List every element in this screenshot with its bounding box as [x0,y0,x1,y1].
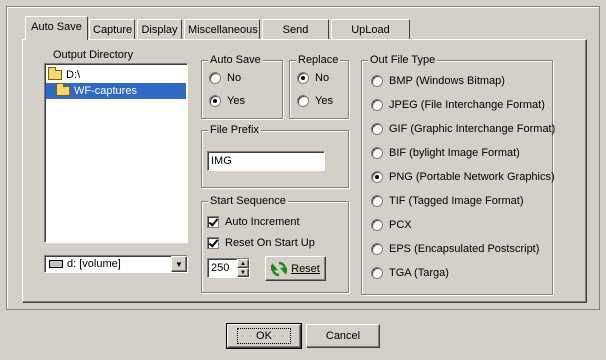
folder-open-icon [56,83,70,97]
directory-item-selected[interactable]: WF-captures [46,83,186,99]
file-type-jpeg-radio[interactable]: JPEG (File Interchange Format) [371,99,545,111]
spin-down-button[interactable]: ▼ [237,268,249,277]
start-sequence-group: Start Sequence Auto Increment Reset On S… [201,194,349,293]
auto-save-group: Auto Save No Yes [201,53,283,119]
replace-yes-label: Yes [315,95,333,107]
file-type-label: JPEG (File Interchange Format) [389,99,545,111]
ok-button[interactable]: OK [226,323,302,349]
file-type-png-radio[interactable]: PNG (Portable Network Graphics) [371,171,555,183]
checkbox-icon [207,216,219,228]
cancel-button[interactable]: Cancel [306,324,380,348]
file-prefix-group: File Prefix [201,123,349,188]
auto-save-no-label: No [227,72,242,84]
cancel-button-label: Cancel [325,330,361,342]
replace-label: Replace [296,53,341,67]
radio-icon [371,99,383,111]
out-file-type-label: Out File Type [368,53,438,67]
tab-auto-save[interactable]: Auto Save [25,16,88,40]
file-type-label: BIF (bylight Image Format) [389,147,520,159]
radio-icon [371,75,383,87]
file-prefix-label: File Prefix [208,123,261,137]
file-type-bif-radio[interactable]: BIF (bylight Image Format) [371,147,520,159]
reset-on-start-up-checkbox[interactable]: Reset On Start Up [207,237,315,249]
spin-up-button[interactable]: ▲ [237,259,249,268]
file-type-tga-radio[interactable]: TGA (Targa) [371,267,449,279]
radio-icon [297,72,309,84]
reset-on-start-up-label: Reset On Start Up [225,237,315,249]
radio-icon [371,147,383,159]
file-type-gif-radio[interactable]: GIF (Graphic Interchange Format) [371,123,555,135]
radio-icon [371,243,383,255]
ok-button-label: OK [237,328,291,344]
radio-icon [297,95,309,107]
radio-icon [209,95,221,107]
sequence-spinner[interactable]: 250 ▲ ▼ [207,258,250,278]
arrow-up-icon: ▲ [240,260,246,267]
radio-icon [371,267,383,279]
drive-select-value: d: [volume] [67,258,121,270]
radio-icon [371,219,383,231]
directory-item-label: WF-captures [74,85,137,97]
file-type-label: BMP (Windows Bitmap) [389,75,505,87]
auto-increment-checkbox[interactable]: Auto Increment [207,216,300,228]
file-type-label: TGA (Targa) [389,267,449,279]
auto-save-label: Auto Save [208,53,263,67]
replace-no-radio[interactable]: No [297,72,329,84]
directory-item-label: D:\ [66,69,81,81]
file-type-eps-radio[interactable]: EPS (Encapsulated Postscript) [371,243,539,255]
replace-no-label: No [315,72,330,84]
auto-save-yes-radio[interactable]: Yes [209,95,245,107]
reset-button[interactable]: Reset [265,256,326,281]
folder-open-icon [48,67,62,81]
arrow-down-icon: ▼ [240,269,246,276]
radio-icon [371,195,383,207]
drive-icon [49,260,63,268]
auto-save-yes-label: Yes [227,95,245,107]
reset-button-label: Reset [291,262,320,275]
checkbox-icon [207,237,219,249]
refresh-icon [271,261,288,276]
drive-select[interactable]: d: [volume] ▼ [44,255,188,273]
directory-list[interactable]: D:\ WF-captures [44,63,188,243]
file-type-label: GIF (Graphic Interchange Format) [389,123,556,135]
tab-upload-image[interactable]: UpLoad Image [331,19,410,56]
tab-display[interactable]: Display [137,19,182,39]
dropdown-arrow-button[interactable]: ▼ [171,256,187,272]
file-type-label: PCX [389,219,412,231]
auto-save-no-radio[interactable]: No [209,72,241,84]
replace-yes-radio[interactable]: Yes [297,95,333,107]
chevron-down-icon: ▼ [175,259,183,269]
file-prefix-input[interactable] [207,151,325,171]
file-type-tif-radio[interactable]: TIF (Tagged Image Format) [371,195,524,207]
auto-increment-label: Auto Increment [225,216,300,228]
tab-miscellaneous[interactable]: Miscellaneous [184,19,260,39]
tab-capture[interactable]: Capture [89,19,135,39]
file-type-label: TIF (Tagged Image Format) [389,195,524,207]
radio-icon [371,123,383,135]
radio-icon [209,72,221,84]
tab-panel: Output Directory D:\ WF-captures d: [vol… [22,39,587,303]
file-type-label: PNG (Portable Network Graphics) [389,171,555,183]
file-type-pcx-radio[interactable]: PCX [371,219,412,231]
sequence-value: 250 [211,262,230,274]
output-directory-label: Output Directory [53,49,134,61]
radio-icon [371,171,383,183]
start-sequence-label: Start Sequence [208,194,288,208]
out-file-type-group: Out File Type BMP (Windows Bitmap) JPEG … [361,53,555,295]
directory-item-root[interactable]: D:\ [48,67,80,83]
tab-send-image[interactable]: Send Image [262,19,329,56]
file-type-bmp-radio[interactable]: BMP (Windows Bitmap) [371,75,505,87]
file-type-label: EPS (Encapsulated Postscript) [389,243,540,255]
replace-group: Replace No Yes [289,53,349,119]
